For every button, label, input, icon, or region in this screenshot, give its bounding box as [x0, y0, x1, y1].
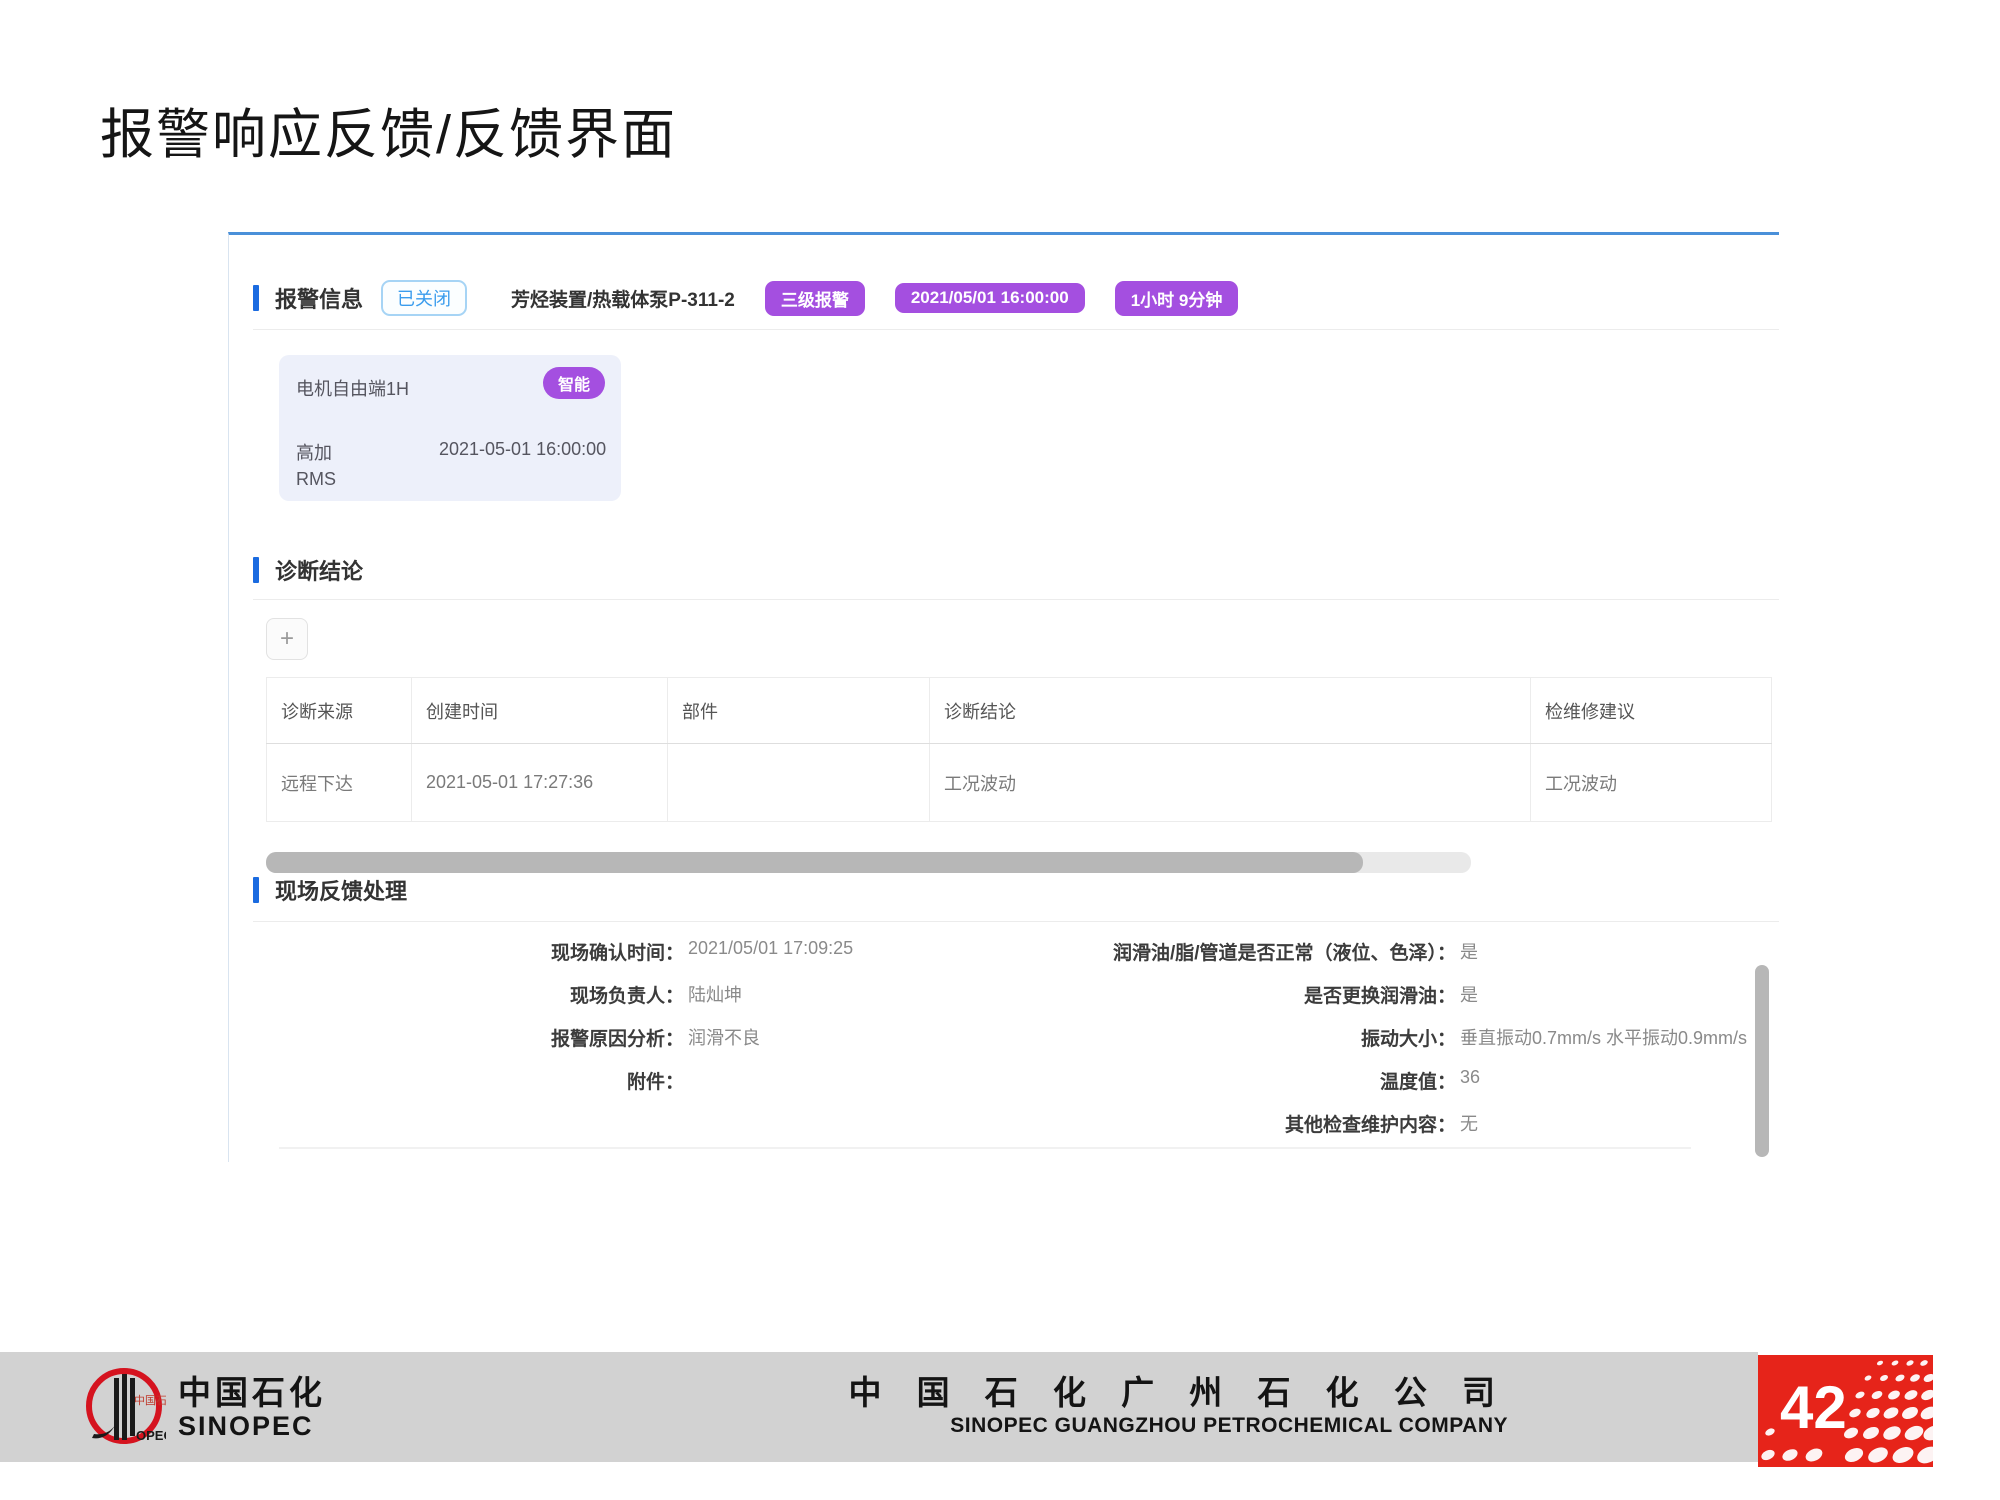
vertical-scrollbar-thumb[interactable] — [1755, 965, 1769, 1157]
alarm-status-badge: 已关闭 — [381, 280, 467, 316]
field-value: 是 — [1460, 981, 1478, 1007]
feedback-section-header: 现场反馈处理 — [253, 873, 407, 907]
form-row-oil-changed: 是否更换润滑油： 是 — [1001, 981, 1747, 1024]
form-row-confirm-time: 现场确认时间： 2021/05/01 17:09:25 — [279, 938, 853, 981]
diagnosis-section-header: 诊断结论 — [253, 553, 363, 587]
logo-en-label: SINOPEC — [178, 1411, 326, 1441]
company-name-en: SINOPEC GUANGZHOU PETROCHEMICAL COMPANY — [848, 1412, 1508, 1440]
field-label: 振动大小： — [1001, 1024, 1456, 1051]
form-row-temperature: 温度值： 36 — [1001, 1067, 1747, 1110]
feedback-title: 现场反馈处理 — [275, 874, 407, 906]
logo-cn-label: 中国石化 — [178, 1375, 326, 1411]
field-label: 是否更换润滑油： — [1001, 981, 1456, 1008]
slide: 报警响应反馈/反馈界面 报警信息 已关闭 芳烃装置/热载体泵P-311-2 三级… — [0, 0, 2000, 1500]
divider — [253, 599, 1779, 600]
field-label: 附件： — [279, 1067, 684, 1094]
alarm-type-label: 高加 — [296, 439, 332, 465]
section-accent-bar — [253, 877, 259, 903]
horizontal-scrollbar-track[interactable] — [266, 852, 1471, 873]
horizontal-scrollbar-thumb[interactable] — [266, 852, 1363, 873]
form-row-cause: 报警原因分析： 润滑不良 — [279, 1024, 853, 1067]
field-label: 现场负责人： — [279, 981, 684, 1008]
diagnosis-table-header-row: 诊断来源 创建时间 部件 诊断结论 检维修建议 — [267, 678, 1772, 744]
table-row[interactable]: 远程下达 2021-05-01 17:27:36 工况波动 工况波动 — [267, 744, 1772, 822]
cell-conclusion: 工况波动 — [930, 744, 1531, 822]
svg-text:中国石化: 中国石化 — [134, 1393, 166, 1407]
field-value: 是 — [1460, 938, 1478, 964]
smart-badge: 智能 — [543, 367, 605, 399]
alarm-time-badge: 2021/05/01 16:00:00 — [895, 283, 1085, 313]
feedback-form-right: 润滑油/脂/管道是否正常（液位、色泽）： 是 是否更换润滑油： 是 振动大小： … — [1001, 938, 1747, 1153]
add-diagnosis-button[interactable]: + — [266, 618, 308, 660]
cell-suggestion: 工况波动 — [1531, 744, 1772, 822]
cell-component — [668, 744, 930, 822]
app-screenshot-frame: 报警信息 已关闭 芳烃装置/热载体泵P-311-2 三级报警 2021/05/0… — [228, 232, 1779, 1162]
svg-text:OPEC: OPEC — [136, 1428, 166, 1443]
alarm-metric-label: RMS — [296, 469, 336, 490]
field-label: 报警原因分析： — [279, 1024, 684, 1051]
col-header-suggestion: 检维修建议 — [1531, 678, 1772, 744]
field-value: 润滑不良 — [688, 1024, 760, 1050]
field-value: 36 — [1460, 1067, 1480, 1088]
company-name-block: 中 国 石 化 广 州 石 化 公 司 SINOPEC GUANGZHOU PE… — [848, 1374, 1508, 1440]
divider — [279, 1147, 1691, 1149]
diagnosis-table: 诊断来源 创建时间 部件 诊断结论 检维修建议 远程下达 2021-05-01 … — [266, 677, 1772, 822]
field-label: 其他检查维护内容： — [1001, 1110, 1456, 1137]
form-row-lubrication-ok: 润滑油/脂/管道是否正常（液位、色泽）： 是 — [1001, 938, 1747, 981]
alarm-time-label: 2021-05-01 16:00:00 — [439, 439, 606, 460]
cell-source: 远程下达 — [267, 744, 412, 822]
measure-point-name: 电机自由端1H — [296, 375, 409, 401]
form-row-responsible: 现场负责人： 陆灿坤 — [279, 981, 853, 1024]
alarm-level-badge: 三级报警 — [765, 281, 865, 316]
alarm-duration-badge: 1小时 9分钟 — [1115, 281, 1239, 316]
form-row-vibration: 振动大小： 垂直振动0.7mm/s 水平振动0.9mm/s — [1001, 1024, 1747, 1067]
col-header-conclusion: 诊断结论 — [930, 678, 1531, 744]
field-label: 温度值： — [1001, 1067, 1456, 1094]
company-name-cn: 中 国 石 化 广 州 石 化 公 司 — [848, 1374, 1508, 1412]
divider — [253, 329, 1779, 330]
col-header-component: 部件 — [668, 678, 930, 744]
alarm-point-card[interactable]: 电机自由端1H 智能 高加 2021-05-01 16:00:00 RMS — [279, 355, 621, 501]
field-label: 润滑油/脂/管道是否正常（液位、色泽）： — [1001, 938, 1456, 965]
section-accent-bar — [253, 557, 259, 583]
field-label: 现场确认时间： — [279, 938, 684, 965]
footer-bar: 中国石化 OPEC 中国石化 SINOPEC 中 国 石 化 广 州 石 化 公… — [0, 1352, 1758, 1462]
page-number: 42 — [1780, 1373, 1847, 1442]
field-value: 垂直振动0.7mm/s 水平振动0.9mm/s — [1460, 1024, 1747, 1050]
section-accent-bar — [253, 285, 259, 311]
sinopec-logo-group: 中国石化 OPEC 中国石化 SINOPEC — [78, 1364, 326, 1452]
field-value: 2021/05/01 17:09:25 — [688, 938, 853, 959]
feedback-form-left: 现场确认时间： 2021/05/01 17:09:25 现场负责人： 陆灿坤 报… — [279, 938, 853, 1110]
cell-created: 2021-05-01 17:27:36 — [412, 744, 668, 822]
page-number-block: 42 — [1758, 1355, 1933, 1467]
divider — [253, 921, 1779, 922]
form-row-attachment: 附件： — [279, 1067, 853, 1110]
alarm-info-section-header: 报警信息 已关闭 芳烃装置/热载体泵P-311-2 三级报警 2021/05/0… — [253, 281, 1238, 315]
field-value: 陆灿坤 — [688, 981, 742, 1007]
alarm-info-title: 报警信息 — [275, 282, 363, 314]
alarm-device-name: 芳烃装置/热载体泵P-311-2 — [511, 285, 735, 312]
col-header-source: 诊断来源 — [267, 678, 412, 744]
diagnosis-title: 诊断结论 — [275, 554, 363, 586]
col-header-created: 创建时间 — [412, 678, 668, 744]
sinopec-logo-icon: 中国石化 OPEC — [78, 1364, 166, 1452]
field-value: 无 — [1460, 1110, 1478, 1136]
page-title: 报警响应反馈/反馈界面 — [100, 90, 677, 169]
sinopec-logo-text: 中国石化 SINOPEC — [178, 1375, 326, 1441]
